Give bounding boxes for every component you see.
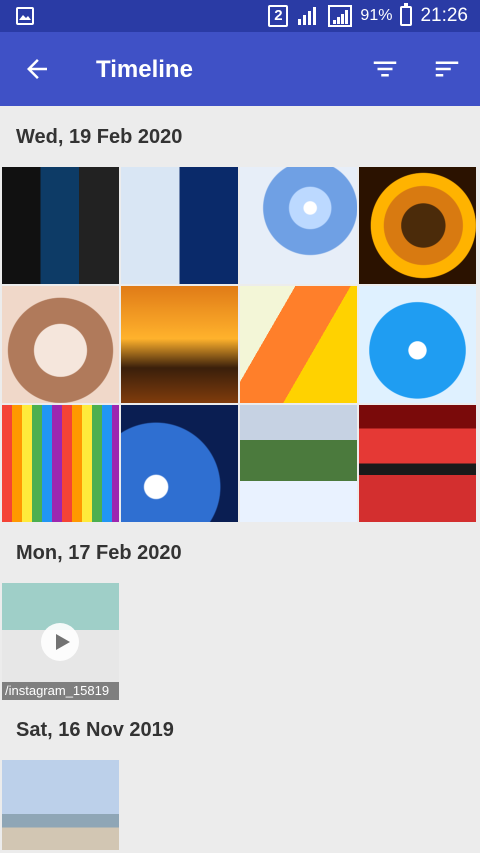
sort-icon[interactable] bbox=[432, 54, 462, 84]
signal-icon bbox=[298, 7, 317, 25]
thumbnail-soccer-ball-fire[interactable] bbox=[359, 167, 476, 284]
thumbnail-label: /instagram_15819 bbox=[2, 682, 119, 700]
photo-grid bbox=[2, 760, 476, 850]
thumbnail-colored-pencils[interactable] bbox=[2, 405, 119, 522]
filter-icon[interactable] bbox=[370, 54, 400, 84]
date-header: Sat, 16 Nov 2019 bbox=[16, 719, 174, 741]
thumbnail-puppy[interactable] bbox=[2, 286, 119, 403]
thumbnail-space-earth[interactable] bbox=[240, 167, 357, 284]
app-bar: Timeline bbox=[0, 32, 480, 106]
gallery-notification-icon bbox=[16, 7, 34, 25]
play-icon bbox=[41, 623, 79, 661]
thumbnail-collage-photos[interactable] bbox=[2, 167, 119, 284]
thumbnail-waterfall-landscape[interactable] bbox=[240, 405, 357, 522]
thumbnail-red-sky-lake[interactable] bbox=[359, 405, 476, 522]
thumbnail-earth-from-space[interactable] bbox=[121, 405, 238, 522]
thumbnail-water-drop-cartoon[interactable] bbox=[359, 286, 476, 403]
clock: 21:26 bbox=[420, 5, 468, 26]
battery-charging-icon bbox=[400, 3, 413, 26]
signal-icon bbox=[328, 5, 353, 27]
video-grid: /instagram_15819 bbox=[2, 583, 476, 700]
page-title: Timeline bbox=[96, 56, 193, 83]
battery-percent: 91% bbox=[360, 7, 393, 24]
photo-grid bbox=[2, 167, 476, 522]
date-header: Wed, 19 Feb 2020 bbox=[16, 126, 183, 148]
back-arrow-icon[interactable] bbox=[22, 54, 52, 84]
sim-icon: 2 bbox=[268, 5, 289, 27]
date-header: Mon, 17 Feb 2020 bbox=[16, 542, 182, 564]
thumbnail-beach-sky[interactable] bbox=[2, 760, 119, 850]
status-bar: 2 91% 21:26 bbox=[0, 0, 480, 32]
thumbnail-sunset-pier[interactable] bbox=[121, 286, 238, 403]
timeline-content[interactable]: Wed, 19 Feb 2020 Mon, 17 Feb 2020 /insta… bbox=[0, 106, 480, 853]
thumbnail-instagram-video[interactable]: /instagram_15819 bbox=[2, 583, 119, 700]
thumbnail-collage-screenshots[interactable] bbox=[121, 167, 238, 284]
thumbnail-veggie-cartoon[interactable] bbox=[240, 286, 357, 403]
status-right: 2 91% 21:26 bbox=[268, 0, 468, 32]
